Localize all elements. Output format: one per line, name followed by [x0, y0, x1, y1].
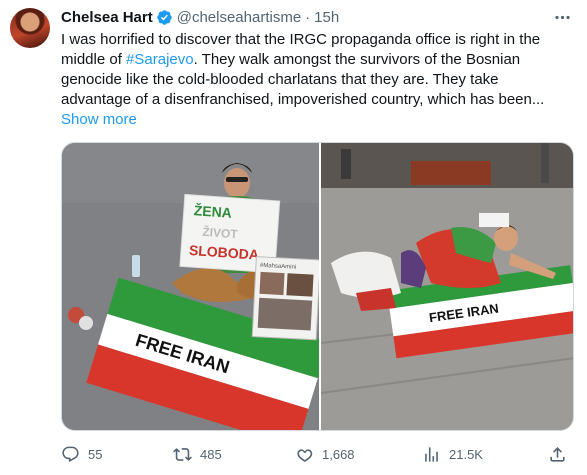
retweet-count: 485 [200, 446, 222, 462]
photo-man-on-flag[interactable]: FREE IRAN [321, 143, 573, 430]
avatar[interactable] [10, 8, 50, 48]
show-more-link[interactable]: Show more [61, 111, 137, 128]
views-button[interactable]: 21.5K [422, 445, 483, 464]
share-button[interactable] [548, 445, 567, 464]
heart-icon [297, 448, 313, 462]
sign-line-2: ŽIVOT [202, 224, 239, 241]
media-grid: ŽENA ŽIVOT SLOBODA FREE IRAN #MahsaAmini… [61, 142, 574, 431]
photo-woman-with-sign[interactable]: ŽENA ŽIVOT SLOBODA FREE IRAN #MahsaAmini [62, 143, 319, 430]
like-count: 1,668 [322, 446, 355, 462]
photo-right-illustration: FREE IRAN [321, 143, 573, 430]
tweet-text: I was horrified to discover that the IRG… [61, 30, 571, 130]
more-options-icon[interactable] [551, 8, 573, 26]
tweet: Chelsea Hart @chelseahartisme · 15h I wa… [0, 0, 587, 475]
views-count: 21.5K [449, 446, 483, 462]
reply-button[interactable]: 55 [61, 445, 102, 464]
action-bar: 55 485 1,668 21.5K [61, 440, 576, 468]
like-button[interactable]: 1,668 [295, 445, 355, 464]
author-name[interactable]: Chelsea Hart [61, 9, 153, 26]
photo-left-illustration: ŽENA ŽIVOT SLOBODA FREE IRAN #MahsaAmini [62, 143, 319, 430]
hashtag-link[interactable]: #Sarajevo [126, 51, 194, 68]
share-icon [550, 446, 565, 462]
analytics-icon [425, 446, 438, 462]
reply-count: 55 [88, 446, 103, 462]
retweet-button[interactable]: 485 [173, 445, 222, 464]
sign-line-1: ŽENA [193, 201, 232, 221]
separator-dot: · [305, 8, 311, 26]
author-handle[interactable]: @chelseahartisme [177, 9, 301, 26]
timestamp[interactable]: 15h [314, 9, 339, 26]
retweet-icon [173, 447, 192, 461]
verified-badge-icon [156, 9, 172, 25]
reply-icon [62, 446, 79, 462]
tweet-header: Chelsea Hart @chelseahartisme · 15h [61, 7, 339, 27]
